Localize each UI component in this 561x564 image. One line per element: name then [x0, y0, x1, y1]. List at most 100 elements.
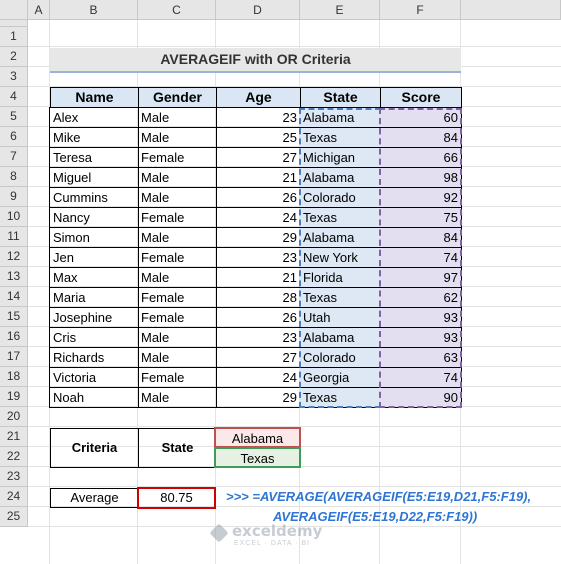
cell-gender[interactable]: Female	[138, 148, 217, 168]
watermark-tagline: EXCEL · DATA · BI	[234, 540, 310, 547]
cell-name[interactable]: Maria	[50, 288, 139, 308]
state-range-highlight	[299, 108, 381, 408]
column-header-d[interactable]: D	[216, 0, 300, 20]
cell-gender[interactable]: Male	[138, 128, 217, 148]
column-header-c[interactable]: C	[138, 0, 216, 20]
cell-name[interactable]: Richards	[50, 348, 139, 368]
average-value[interactable]: 80.75	[137, 487, 216, 509]
row-header-1[interactable]: 1	[0, 27, 28, 47]
column-header-b[interactable]: B	[50, 0, 138, 20]
row-header-5[interactable]: 5	[0, 107, 28, 127]
row-header-13[interactable]: 13	[0, 267, 28, 287]
row-header-gap	[0, 20, 28, 27]
exceldemy-logo-icon	[209, 523, 229, 543]
cell-name[interactable]: Josephine	[50, 308, 139, 328]
cell-gender[interactable]: Female	[138, 248, 217, 268]
select-all-corner[interactable]	[0, 0, 28, 20]
cell-gender[interactable]: Male	[138, 388, 217, 408]
cell-age[interactable]: 29	[216, 228, 301, 248]
cell-name[interactable]: Victoria	[50, 368, 139, 388]
column-header-e[interactable]: E	[300, 0, 380, 20]
column-header-a[interactable]: A	[28, 0, 50, 20]
criteria-value-alabama[interactable]: Alabama	[214, 427, 301, 448]
cell-name[interactable]: Simon	[50, 228, 139, 248]
cell-age[interactable]: 23	[216, 248, 301, 268]
row-header-17[interactable]: 17	[0, 347, 28, 367]
row-header-16[interactable]: 16	[0, 327, 28, 347]
score-range-highlight	[379, 108, 462, 408]
cell-gender[interactable]: Male	[138, 188, 217, 208]
cell-gender[interactable]: Male	[138, 268, 217, 288]
column-header-blank	[461, 0, 561, 20]
watermark-logo: exceldemy EXCEL · DATA · BI	[209, 522, 360, 552]
row-header-24[interactable]: 24	[0, 487, 28, 507]
criteria-label: Criteria	[50, 428, 139, 468]
cell-name[interactable]: Max	[50, 268, 139, 288]
cell-age[interactable]: 26	[216, 308, 301, 328]
row-header-23[interactable]: 23	[0, 467, 28, 487]
cell-age[interactable]: 21	[216, 168, 301, 188]
spreadsheet: A B C D E F 1 2 3 4 5 6 7 8 9 10 11 12 13 14 15 16 17 18 19 20 21 2…	[0, 0, 561, 564]
table-header-state: State	[300, 87, 381, 108]
gridline-row	[28, 46, 561, 47]
criteria-field: State	[138, 428, 217, 468]
row-header-11[interactable]: 11	[0, 227, 28, 247]
row-header-19[interactable]: 19	[0, 387, 28, 407]
cell-name[interactable]: Nancy	[50, 208, 139, 228]
cell-name[interactable]: Noah	[50, 388, 139, 408]
cell-name[interactable]: Teresa	[50, 148, 139, 168]
cell-name[interactable]: Cris	[50, 328, 139, 348]
formula-line-1: >>> =AVERAGE(AVERAGEIF(E5:E19,D21,F5:F19…	[226, 489, 532, 504]
row-header-14[interactable]: 14	[0, 287, 28, 307]
criteria-value-texas[interactable]: Texas	[214, 447, 301, 468]
table-header-name: Name	[50, 87, 139, 108]
cell-age[interactable]: 26	[216, 188, 301, 208]
watermark-name: exceldemy	[232, 522, 323, 540]
row-header-3[interactable]: 3	[0, 67, 28, 87]
cell-gender[interactable]: Male	[138, 228, 217, 248]
table-header-age: Age	[216, 87, 301, 108]
column-header-f[interactable]: F	[380, 0, 461, 20]
cell-gender[interactable]: Male	[138, 168, 217, 188]
cell-gender[interactable]: Female	[138, 308, 217, 328]
row-header-20[interactable]: 20	[0, 407, 28, 427]
row-header-18[interactable]: 18	[0, 367, 28, 387]
cell-gender[interactable]: Male	[138, 328, 217, 348]
row-header-2[interactable]: 2	[0, 47, 28, 67]
cell-name[interactable]: Miguel	[50, 168, 139, 188]
cell-gender[interactable]: Male	[138, 348, 217, 368]
cell-age[interactable]: 24	[216, 208, 301, 228]
row-header-4[interactable]: 4	[0, 87, 28, 107]
cell-age[interactable]: 28	[216, 288, 301, 308]
row-header-15[interactable]: 15	[0, 307, 28, 327]
row-header-8[interactable]: 8	[0, 167, 28, 187]
row-header-7[interactable]: 7	[0, 147, 28, 167]
row-header-9[interactable]: 9	[0, 187, 28, 207]
page-title: AVERAGEIF with OR Criteria	[50, 48, 461, 73]
cell-age[interactable]: 23	[216, 108, 301, 128]
cell-name[interactable]: Mike	[50, 128, 139, 148]
average-label: Average	[50, 488, 139, 508]
row-header-21[interactable]: 21	[0, 427, 28, 447]
table-left-border	[49, 107, 50, 408]
row-header-12[interactable]: 12	[0, 247, 28, 267]
table-header-score: Score	[380, 87, 462, 108]
cell-age[interactable]: 25	[216, 128, 301, 148]
cell-gender[interactable]: Female	[138, 368, 217, 388]
cell-age[interactable]: 23	[216, 328, 301, 348]
cell-gender[interactable]: Male	[138, 108, 217, 128]
cell-age[interactable]: 21	[216, 268, 301, 288]
row-header-25[interactable]: 25	[0, 507, 28, 527]
cell-name[interactable]: Alex	[50, 108, 139, 128]
row-header-22[interactable]: 22	[0, 447, 28, 467]
cell-age[interactable]: 24	[216, 368, 301, 388]
cell-age[interactable]: 27	[216, 148, 301, 168]
cell-name[interactable]: Cummins	[50, 188, 139, 208]
cell-gender[interactable]: Female	[138, 288, 217, 308]
cell-gender[interactable]: Female	[138, 208, 217, 228]
cell-age[interactable]: 29	[216, 388, 301, 408]
row-header-10[interactable]: 10	[0, 207, 28, 227]
cell-name[interactable]: Jen	[50, 248, 139, 268]
cell-age[interactable]: 27	[216, 348, 301, 368]
row-header-6[interactable]: 6	[0, 127, 28, 147]
